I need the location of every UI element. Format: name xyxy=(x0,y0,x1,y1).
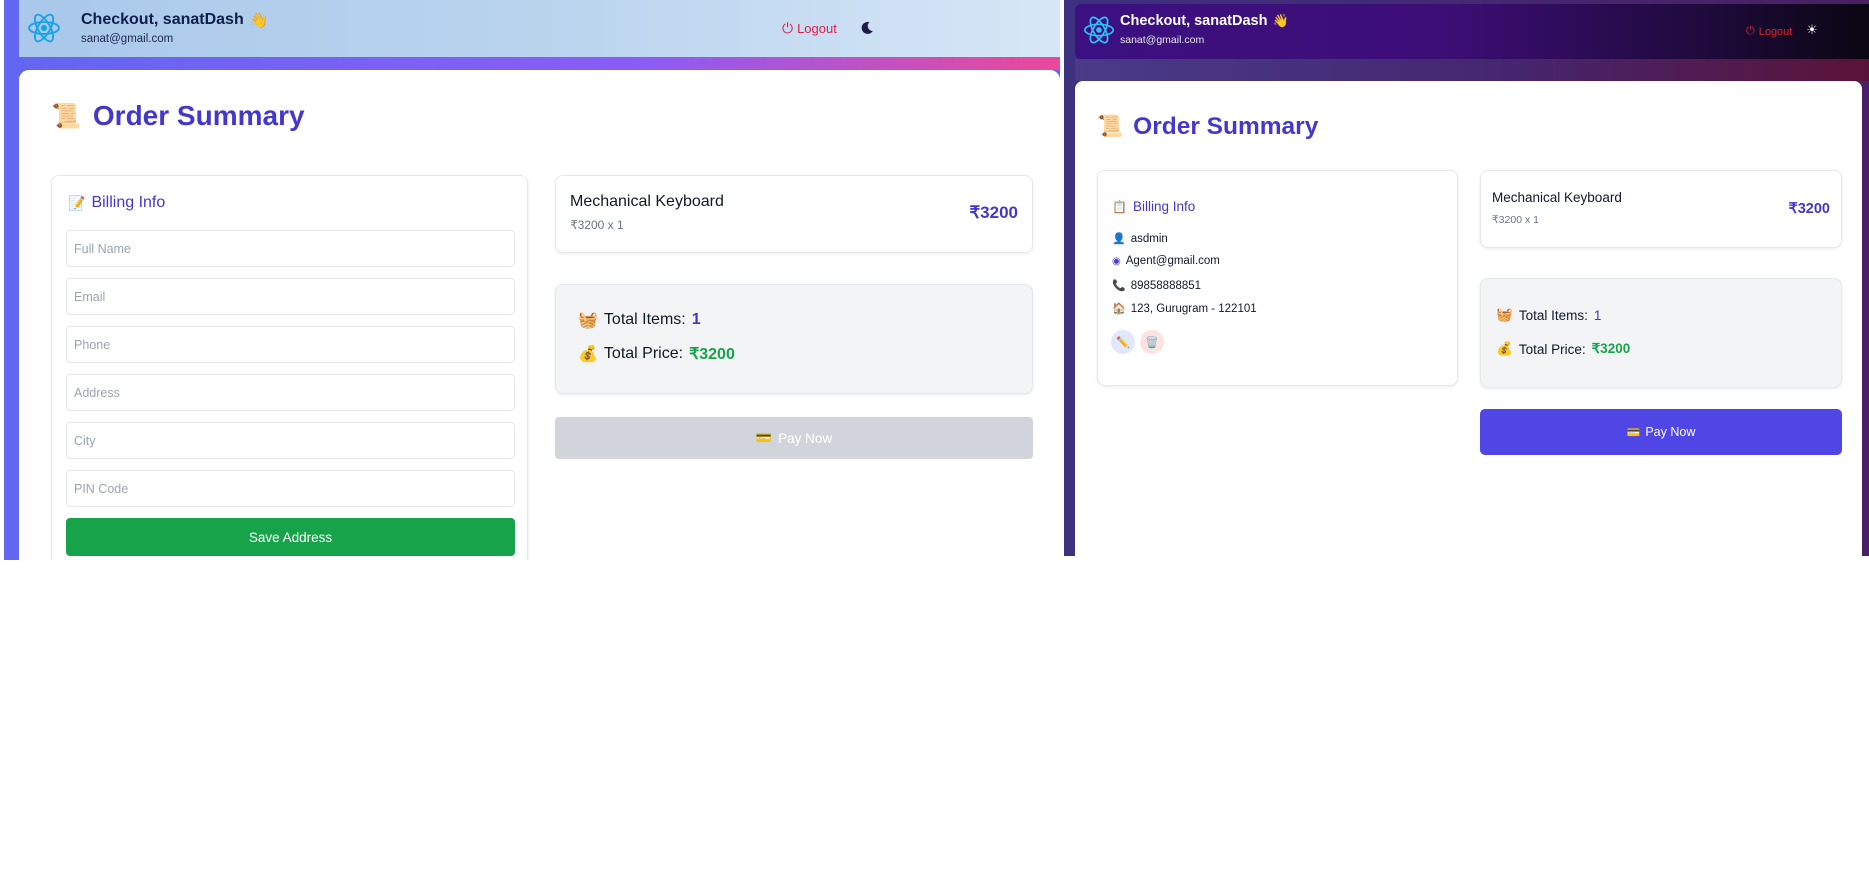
user-greeting-block: Checkout, sanatDash 👋 sanat@gmail.com xyxy=(81,11,268,45)
delete-address-button[interactable]: 🗑️ xyxy=(1140,330,1164,354)
home-icon: 🏠 xyxy=(1112,303,1126,315)
cart-item-card: Mechanical Keyboard ₹3200 x 1 ₹3200 xyxy=(555,175,1033,253)
product-name: Mechanical Keyboard xyxy=(1492,190,1622,205)
dark-mode-toggle[interactable] xyxy=(857,18,877,38)
address-input[interactable] xyxy=(66,374,515,411)
pin-code-input[interactable] xyxy=(66,470,515,507)
saved-address: 🏠 123, Gurugram - 122101 xyxy=(1112,302,1257,316)
moon-icon xyxy=(861,21,873,34)
order-totals-card: 🧺 Total Items: 1 💰 Total Price: ₹3200 xyxy=(1480,278,1842,388)
credit-card-icon: 💳 xyxy=(1626,426,1641,439)
light-mode-toggle[interactable]: ☀ xyxy=(1803,21,1821,39)
edit-address-button[interactable]: ✏️ xyxy=(1111,330,1135,354)
saved-address-text: 123, Gurugram - 122101 xyxy=(1130,302,1257,315)
at-icon: ◉ xyxy=(1112,255,1121,267)
basket-icon: 🧺 xyxy=(1496,307,1513,322)
money-bag-icon: 💰 xyxy=(578,346,598,363)
checkout-light-theme: Checkout, sanatDash 👋 sanat@gmail.com ⏻ … xyxy=(4,0,1060,560)
cart-item-card: Mechanical Keyboard ₹3200 x 1 ₹3200 xyxy=(1480,170,1842,248)
app-header: Checkout, sanatDash 👋 sanat@gmail.com ⏻ … xyxy=(19,0,1060,57)
credit-card-icon: 💳 xyxy=(755,430,773,445)
logout-button[interactable]: ⏻ Logout xyxy=(1746,25,1792,38)
scroll-icon: 📜 xyxy=(1097,115,1124,138)
page-title-text: Order Summary xyxy=(92,100,305,131)
total-items-value: 1 xyxy=(691,311,701,328)
total-items-line: 🧺 Total Items: 1 xyxy=(1496,307,1601,323)
logout-label: Logout xyxy=(797,21,837,36)
total-items-label: Total Items: xyxy=(1518,307,1588,323)
saved-phone: 📞 89858888851 xyxy=(1112,279,1202,293)
user-greeting-block: Checkout, sanatDash 👋 sanat@gmail.com xyxy=(1120,13,1289,46)
wave-emoji: 👋 xyxy=(1272,13,1289,28)
app-header: Checkout, sanatDash 👋 sanat@gmail.com ⏻ … xyxy=(1075,4,1869,59)
total-price-value: ₹3200 xyxy=(689,346,735,363)
total-price-line: 💰 Total Price: ₹3200 xyxy=(578,344,735,364)
pay-now-button[interactable]: 💳 Pay Now xyxy=(555,417,1033,459)
phone-input[interactable] xyxy=(66,326,515,363)
scroll-icon: 📜 xyxy=(51,102,81,130)
edit-pencil-icon: ✏️ xyxy=(1116,336,1130,349)
total-price-label: Total Price: xyxy=(1518,341,1586,357)
save-address-label: Save Address xyxy=(248,529,333,545)
saved-name: 👤 asdmin xyxy=(1112,232,1168,246)
clipboard-icon: 📋 xyxy=(1112,199,1127,214)
basket-icon: 🧺 xyxy=(578,312,598,329)
order-totals-card: 🧺 Total Items: 1 💰 Total Price: ₹3200 xyxy=(555,284,1033,394)
email-input[interactable] xyxy=(66,278,515,315)
total-price-value: ₹3200 xyxy=(1591,341,1631,356)
trash-icon: 🗑️ xyxy=(1145,336,1159,349)
saved-name-text: asdmin xyxy=(1130,232,1168,245)
billing-title-text: Billing Info xyxy=(1132,199,1196,214)
logout-button[interactable]: ⏻ Logout xyxy=(782,20,837,37)
city-input[interactable] xyxy=(66,422,515,459)
full-name-input[interactable] xyxy=(66,230,515,267)
user-icon: 👤 xyxy=(1112,233,1126,245)
main-content: 📜 Order Summary 📝 Billing Info Save Addr… xyxy=(19,70,1060,560)
main-content: 📜 Order Summary 📋 Billing Info 👤 asdmin … xyxy=(1075,81,1862,556)
page-title: 📜 Order Summary xyxy=(51,100,305,132)
total-price-line: 💰 Total Price: ₹3200 xyxy=(1496,341,1630,357)
logout-label: Logout xyxy=(1758,25,1793,38)
total-items-value: 1 xyxy=(1593,307,1602,323)
money-bag-icon: 💰 xyxy=(1496,341,1513,356)
power-icon: ⏻ xyxy=(1746,25,1755,37)
product-name: Mechanical Keyboard xyxy=(570,193,724,210)
billing-title-text: Billing Info xyxy=(91,194,166,211)
save-address-button[interactable]: Save Address xyxy=(66,518,515,556)
sun-icon: ☀ xyxy=(1806,22,1818,37)
total-price-label: Total Price: xyxy=(603,345,684,362)
saved-email-text: Agent@gmail.com xyxy=(1125,255,1220,267)
billing-info-card: 📝 Billing Info Save Address xyxy=(51,175,528,560)
pay-now-button[interactable]: 💳 Pay Now xyxy=(1480,409,1842,455)
pay-now-label: Pay Now xyxy=(1645,425,1696,439)
page-title-text: Order Summary xyxy=(1133,113,1319,140)
user-email: sanat@gmail.com xyxy=(1120,34,1205,46)
saved-email: ◉ Agent@gmail.com xyxy=(1112,255,1220,267)
checkout-dark-theme: Checkout, sanatDash 👋 sanat@gmail.com ⏻ … xyxy=(1064,0,1869,556)
page-title: 📜 Order Summary xyxy=(1097,113,1318,141)
wave-emoji: 👋 xyxy=(249,12,269,29)
total-items-label: Total Items: xyxy=(603,311,686,328)
billing-info-card: 📋 Billing Info 👤 asdmin ◉ Agent@gmail.co… xyxy=(1097,170,1458,386)
phone-icon: 📞 xyxy=(1112,280,1126,292)
product-price: ₹3200 xyxy=(1788,201,1830,217)
product-qty-line: ₹3200 x 1 xyxy=(1492,214,1539,226)
power-icon: ⏻ xyxy=(782,20,794,36)
memo-icon: 📝 xyxy=(68,194,86,211)
user-email: sanat@gmail.com xyxy=(81,33,174,45)
billing-info-title: 📝 Billing Info xyxy=(68,194,165,212)
product-qty-line: ₹3200 x 1 xyxy=(570,218,624,232)
react-logo-icon[interactable] xyxy=(1081,12,1117,48)
header-accent-bar xyxy=(1075,59,1869,81)
total-items-line: 🧺 Total Items: 1 xyxy=(578,310,701,330)
greeting-text: Checkout, sanatDash xyxy=(1120,13,1268,29)
product-price: ₹3200 xyxy=(969,203,1018,222)
greeting-text: Checkout, sanatDash xyxy=(81,11,244,28)
billing-info-title: 📋 Billing Info xyxy=(1112,199,1195,214)
header-accent-bar xyxy=(19,57,1060,70)
saved-phone-text: 89858888851 xyxy=(1130,279,1202,292)
react-logo-icon[interactable] xyxy=(25,9,63,47)
pay-now-label: Pay Now xyxy=(778,430,833,446)
